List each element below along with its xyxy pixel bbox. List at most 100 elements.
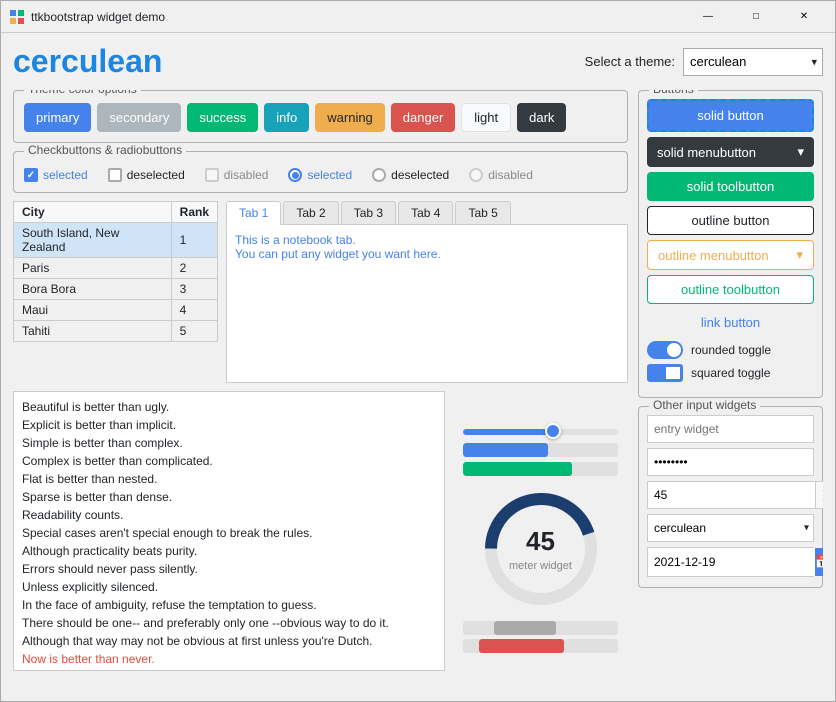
rounded-toggle-knob [667, 343, 681, 357]
tab-content-line2: You can put any widget you want here. [235, 247, 619, 261]
scroll-text-box[interactable]: Beautiful is better than ugly. Explicit … [13, 391, 445, 671]
theme-colors-row: primary secondary success info warning d… [24, 103, 617, 132]
color-btn-secondary[interactable]: secondary [97, 103, 181, 132]
city-cell: Maui [14, 300, 172, 321]
text-line: Errors should never pass silently. [22, 560, 436, 578]
text-line: Sparse is better than dense. [22, 488, 436, 506]
solid-menubutton[interactable]: solid menubutton ▾ [647, 137, 814, 167]
left-panel: Theme color options primary secondary su… [13, 90, 628, 691]
text-line: Although practicality beats purity. [22, 542, 436, 560]
input-widgets-group: Other input widgets 45 ▲ ▼ cerculean [638, 406, 823, 588]
tab-content-line1: This is a notebook tab. [235, 233, 619, 247]
table-row[interactable]: Paris 2 [14, 258, 218, 279]
spinbox-buttons: ▲ ▼ [816, 481, 823, 509]
meter-number: 45 [509, 526, 572, 557]
radio-deselected-circle[interactable] [372, 168, 386, 182]
check-disabled: disabled [205, 168, 269, 182]
check-selected[interactable]: selected [24, 168, 88, 182]
window-title: ttkbootstrap widget demo [31, 10, 685, 24]
col-city: City [14, 202, 172, 223]
text-line: Simple is better than complex. [22, 434, 436, 452]
tab-5[interactable]: Tab 5 [455, 201, 510, 224]
color-btn-primary[interactable]: primary [24, 103, 91, 132]
bottom-section: Beautiful is better than ugly. Explicit … [13, 391, 628, 691]
scrollbar-h-1[interactable] [463, 621, 618, 635]
solid-toolbutton[interactable]: solid toolbutton [647, 172, 814, 201]
squared-toggle[interactable] [647, 364, 683, 382]
radio-deselected[interactable]: deselected [372, 168, 449, 182]
radio-disabled-circle [469, 168, 483, 182]
slider-track[interactable] [463, 429, 618, 435]
minimize-button[interactable]: — [685, 1, 731, 33]
color-btn-danger[interactable]: danger [391, 103, 455, 132]
text-line: Special cases aren't special enough to b… [22, 524, 436, 542]
theme-select[interactable]: cerculean [683, 48, 823, 76]
main-content: cerculean Select a theme: cerculean Them… [1, 33, 835, 701]
calendar-button[interactable]: 📅 [815, 548, 823, 576]
progress-fill-blue [463, 443, 548, 457]
progress-bars [463, 443, 618, 481]
check-deselected-box[interactable] [108, 168, 122, 182]
link-button[interactable]: link button [647, 309, 814, 336]
combobox-select[interactable]: cerculean [647, 514, 814, 542]
text-line: Explicit is better than implicit. [22, 416, 436, 434]
rounded-toggle[interactable] [647, 341, 683, 359]
city-table: City Rank South Island, New Zealand 1 [13, 201, 218, 342]
color-btn-dark[interactable]: dark [517, 103, 566, 132]
tab-4[interactable]: Tab 4 [398, 201, 453, 224]
table-row[interactable]: Tahiti 5 [14, 321, 218, 342]
outline-menubutton[interactable]: outline menubutton ▾ [647, 240, 814, 270]
titlebar: ttkbootstrap widget demo — □ ✕ [1, 1, 835, 33]
spinbox-input[interactable]: 45 [647, 481, 816, 509]
window-controls: — □ ✕ [685, 1, 827, 33]
radio-selected-circle[interactable] [288, 168, 302, 182]
text-line: Although never is often better than *rig… [22, 668, 436, 671]
progress-track-1 [463, 443, 618, 457]
table-row[interactable]: South Island, New Zealand 1 [14, 223, 218, 258]
entry-widget[interactable] [647, 415, 814, 443]
radio-selected[interactable]: selected [288, 168, 352, 182]
buttons-group-title: Buttons [649, 90, 698, 96]
tab-3[interactable]: Tab 3 [341, 201, 396, 224]
col-rank: Rank [171, 202, 217, 223]
check-selected-box[interactable] [24, 168, 38, 182]
table-row[interactable]: Maui 4 [14, 300, 218, 321]
scroll-text-area: Beautiful is better than ugly. Explicit … [13, 391, 445, 691]
maximize-button[interactable]: □ [733, 1, 779, 33]
close-button[interactable]: ✕ [781, 1, 827, 33]
spinbox-up[interactable]: ▲ [816, 482, 823, 495]
date-input[interactable]: 2021-12-19 [648, 548, 815, 576]
text-line: Unless explicitly silenced. [22, 578, 436, 596]
middle-section: City Rank South Island, New Zealand 1 [13, 201, 628, 383]
solid-button[interactable]: solid button [647, 99, 814, 132]
rank-cell: 5 [171, 321, 217, 342]
tab-content: This is a notebook tab. You can put any … [226, 225, 628, 383]
squared-toggle-row: squared toggle [647, 364, 814, 382]
app-icon [9, 9, 25, 25]
scrollbar-h-2[interactable] [463, 639, 618, 653]
password-field[interactable] [647, 448, 814, 476]
check-deselected[interactable]: deselected [108, 168, 185, 182]
color-btn-light[interactable]: light [461, 103, 511, 132]
input-widgets-title: Other input widgets [649, 398, 760, 412]
meter-value: 45 meter widget [509, 526, 572, 572]
outline-button[interactable]: outline button [647, 206, 814, 235]
slider-thumb[interactable] [545, 423, 561, 439]
check-deselected-label: deselected [127, 168, 185, 182]
outline-toolbutton[interactable]: outline toolbutton [647, 275, 814, 304]
color-btn-warning[interactable]: warning [315, 103, 385, 132]
text-line: Flat is better than nested. [22, 470, 436, 488]
table-row[interactable]: Bora Bora 3 [14, 279, 218, 300]
theme-select-wrapper: cerculean [683, 48, 823, 76]
spinbox-down[interactable]: ▼ [816, 495, 823, 508]
text-line-highlight: Now is better than never. [22, 650, 436, 668]
city-cell: South Island, New Zealand [14, 223, 172, 258]
color-btn-info[interactable]: info [264, 103, 309, 132]
text-line: Beautiful is better than ugly. [22, 398, 436, 416]
city-cell: Bora Bora [14, 279, 172, 300]
rounded-toggle-label: rounded toggle [691, 343, 771, 357]
color-btn-success[interactable]: success [187, 103, 258, 132]
tab-1[interactable]: Tab 1 [226, 201, 281, 225]
combobox-row: cerculean ▾ [647, 514, 814, 542]
tab-2[interactable]: Tab 2 [283, 201, 338, 224]
